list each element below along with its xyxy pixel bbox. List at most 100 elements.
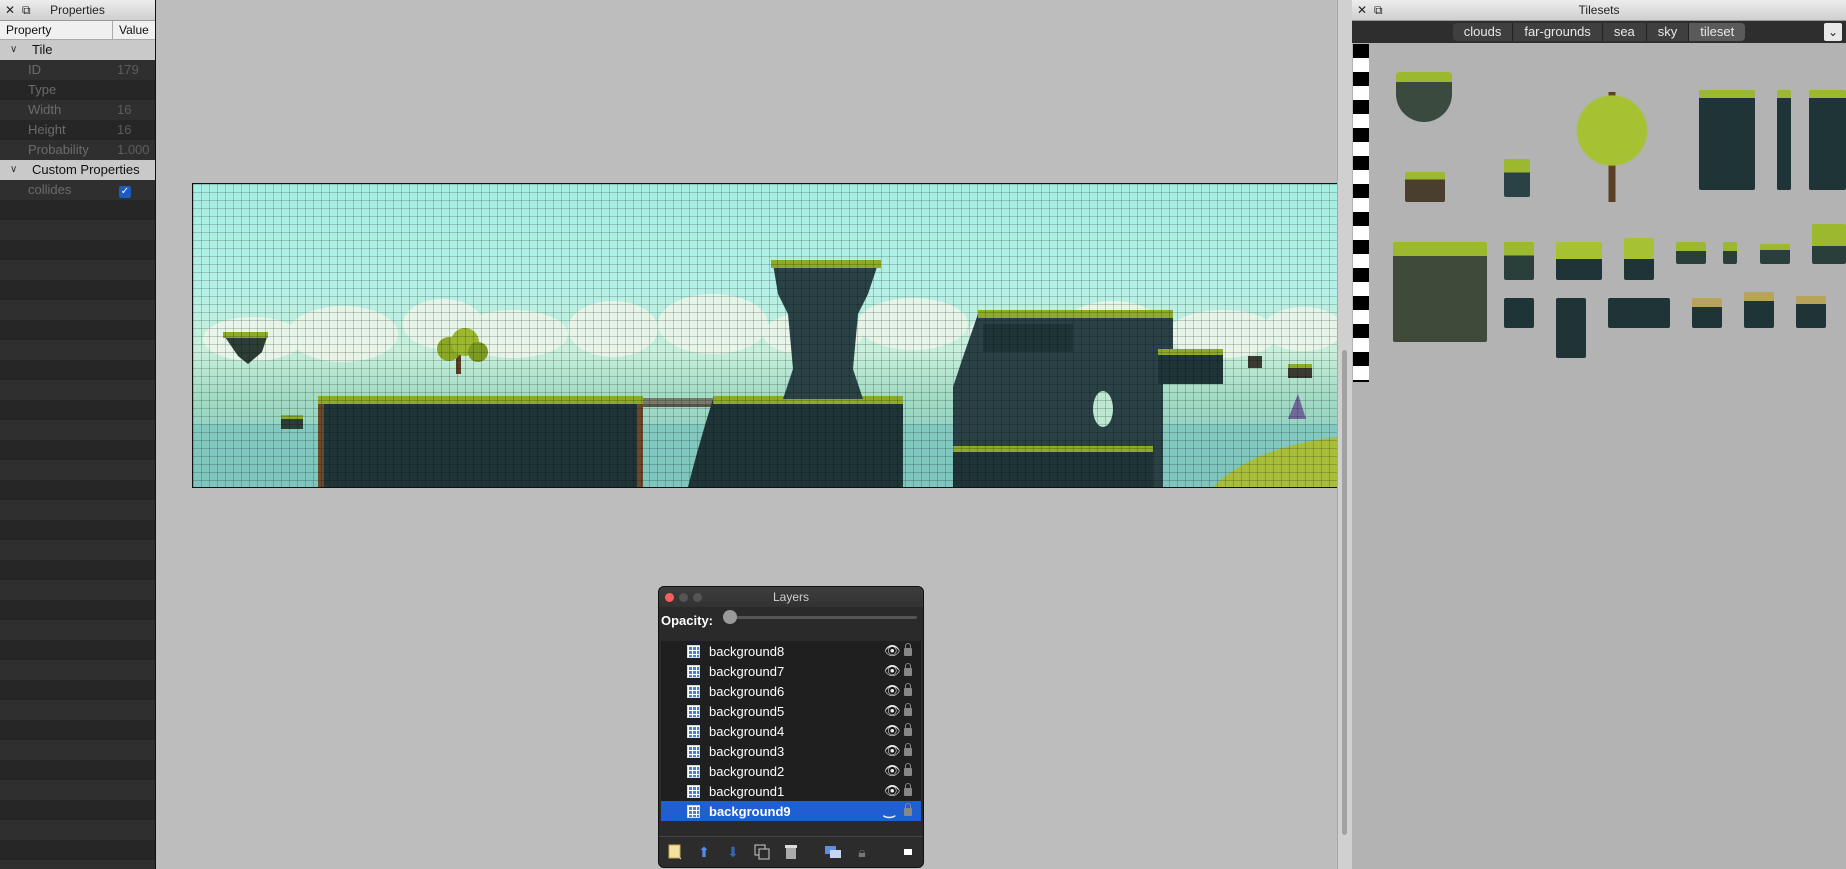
tile-ground-top-3[interactable] <box>1624 238 1654 280</box>
tab-clouds[interactable]: clouds <box>1452 23 1514 41</box>
property-key: collides <box>28 182 72 197</box>
property-value[interactable] <box>114 80 117 100</box>
eye-icon[interactable]: 👁︎ <box>884 683 901 699</box>
tile-ground-top-6[interactable] <box>1760 244 1790 264</box>
tile-ledge-2[interactable] <box>1744 292 1774 328</box>
tile-big-tree[interactable] <box>1557 92 1667 202</box>
layer-row[interactable]: background8 👁︎ <box>661 641 921 661</box>
tile-ground-block[interactable] <box>1393 242 1487 342</box>
tile-dark-block-2[interactable] <box>1556 298 1586 358</box>
property-column-header[interactable]: Property <box>0 21 113 39</box>
eye-icon[interactable]: 👁︎ <box>884 763 901 779</box>
lock-icon[interactable] <box>904 663 912 676</box>
property-row[interactable]: Probability 1.000 <box>0 140 155 160</box>
show-other-layers-icon[interactable] <box>823 844 843 860</box>
property-value[interactable]: 16 <box>114 120 131 140</box>
value-column-header[interactable]: Value <box>113 21 149 39</box>
tileset-canvas[interactable] <box>1352 44 1846 384</box>
tile-dark-block-1[interactable] <box>1504 298 1534 328</box>
eye-icon[interactable]: 👁︎ <box>884 703 901 719</box>
layer-row[interactable]: background5 👁︎ <box>661 701 921 721</box>
tile-ground-top-1[interactable] <box>1504 242 1534 280</box>
tab-sea[interactable]: sea <box>1602 23 1647 41</box>
property-value[interactable]: 16 <box>114 100 131 120</box>
new-layer-icon[interactable] <box>665 844 685 860</box>
eye-icon[interactable]: 👁︎ <box>884 643 901 659</box>
chevron-down-icon[interactable]: ∨ <box>10 160 22 180</box>
layer-row[interactable]: background9 ‿ <box>661 801 921 821</box>
chevron-down-icon[interactable]: ∨ <box>10 40 22 60</box>
close-window-icon[interactable] <box>665 593 674 602</box>
eye-icon[interactable]: 👁︎ <box>884 783 901 799</box>
eye-icon[interactable]: 👁︎ <box>884 743 901 759</box>
lock-icon[interactable] <box>904 763 912 776</box>
lock-layer-icon[interactable]: 🔒︎ <box>852 844 872 860</box>
lock-icon[interactable] <box>904 723 912 736</box>
tile-ground-top-2[interactable] <box>1556 242 1602 280</box>
eye-icon[interactable]: 👁︎ <box>884 723 901 739</box>
panel-splitter[interactable] <box>1337 0 1353 869</box>
duplicate-layer-icon[interactable] <box>752 844 772 860</box>
layer-row[interactable]: background7 👁︎ <box>661 661 921 681</box>
tile-ledge-1[interactable] <box>1692 298 1722 328</box>
tile-ground-top-7[interactable] <box>1812 224 1846 264</box>
tile-small-rock[interactable] <box>1405 172 1445 202</box>
property-key: Width <box>28 102 62 117</box>
lock-icon[interactable] <box>904 683 912 696</box>
collides-checkbox[interactable]: ✓ <box>119 186 131 198</box>
property-row[interactable]: Type <box>0 80 155 100</box>
eye-icon[interactable]: 👁︎ <box>884 663 901 679</box>
splitter-scrollbar[interactable] <box>1342 350 1347 835</box>
tile-ledge-3[interactable] <box>1796 296 1826 328</box>
eye-closed-icon[interactable]: ‿ <box>884 803 894 819</box>
float-panel-icon[interactable]: ⧉ <box>1374 0 1383 20</box>
tile-grass-pillar[interactable] <box>1504 159 1530 197</box>
lock-icon[interactable] <box>904 803 912 816</box>
tab-sky[interactable]: sky <box>1646 23 1690 41</box>
opacity-slider-track[interactable] <box>729 616 917 619</box>
more-icon[interactable] <box>898 844 918 860</box>
property-value[interactable]: 179 <box>114 60 139 80</box>
close-icon[interactable]: ✕ <box>5 0 15 20</box>
tile-floating-island-large[interactable] <box>1396 72 1452 122</box>
tile-ground-top-5[interactable] <box>1723 242 1737 264</box>
minimize-window-icon[interactable] <box>679 593 688 602</box>
layer-row[interactable]: background2 👁︎ <box>661 761 921 781</box>
tile-rock-wall-1[interactable] <box>1699 90 1755 190</box>
tile-layer-icon <box>687 724 700 738</box>
property-row[interactable]: Height 16 <box>0 120 155 140</box>
map-canvas[interactable] <box>192 183 1339 488</box>
float-panel-icon[interactable]: ⧉ <box>22 0 31 20</box>
lower-layer-icon[interactable]: ⬇ <box>723 844 743 860</box>
tile-ground-top-4[interactable] <box>1676 242 1706 264</box>
lock-icon[interactable] <box>904 743 912 756</box>
layer-row[interactable]: background1 👁︎ <box>661 781 921 801</box>
tile-layer-icon <box>687 684 700 698</box>
layer-name: background9 <box>709 803 791 819</box>
property-value[interactable]: 1.000 <box>114 140 150 160</box>
raise-layer-icon[interactable]: ⬆ <box>694 844 714 860</box>
delete-layer-icon[interactable] <box>781 844 801 860</box>
property-row[interactable]: Width 16 <box>0 100 155 120</box>
layers-titlebar[interactable]: Layers <box>659 587 923 607</box>
layer-row[interactable]: background3 👁︎ <box>661 741 921 761</box>
close-icon[interactable]: ✕ <box>1357 0 1367 20</box>
tile-rock-wall-2[interactable] <box>1777 90 1791 190</box>
custom-properties-group-header[interactable]: ∨ Custom Properties <box>0 160 155 180</box>
zoom-window-icon[interactable] <box>693 593 702 602</box>
lock-icon[interactable] <box>904 643 912 656</box>
tab-far-grounds[interactable]: far-grounds <box>1513 23 1603 41</box>
tile-group-header[interactable]: ∨ Tile <box>0 40 155 60</box>
opacity-slider-knob[interactable] <box>723 610 737 624</box>
tile-rock-wall-3[interactable] <box>1809 90 1846 190</box>
lock-icon[interactable] <box>904 783 912 796</box>
chevron-down-icon[interactable]: ⌄ <box>1824 23 1842 41</box>
tab-tileset[interactable]: tileset <box>1689 23 1746 41</box>
property-row[interactable]: ID 179 <box>0 60 155 80</box>
tile-layer-icon <box>687 744 700 758</box>
tile-dark-block-3[interactable] <box>1608 298 1670 328</box>
lock-icon[interactable] <box>904 703 912 716</box>
layer-row[interactable]: background4 👁︎ <box>661 721 921 741</box>
property-row-collides[interactable]: collides ✓ <box>0 180 155 200</box>
layer-row[interactable]: background6 👁︎ <box>661 681 921 701</box>
